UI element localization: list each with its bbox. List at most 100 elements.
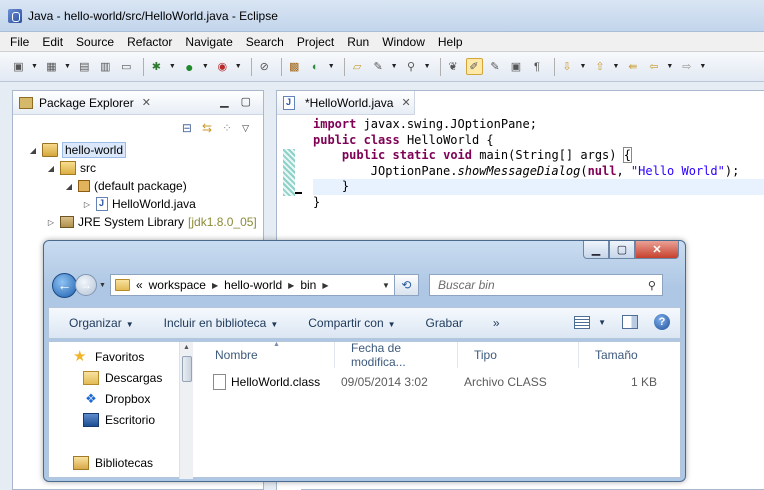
expanded-arrow-icon[interactable]: ◢ <box>27 146 39 155</box>
breadcrumb-bin[interactable]: bin <box>300 278 316 292</box>
menu-run[interactable]: Run <box>347 35 369 49</box>
breadcrumb-separator-icon[interactable]: ▶ <box>212 281 218 290</box>
navigation-scrollbar[interactable]: ▲ <box>179 342 193 479</box>
organize-button[interactable]: Organizar ▼ <box>69 316 134 330</box>
more-commands-button[interactable]: » <box>493 316 500 330</box>
show-whitespace-icon[interactable]: ¶ <box>529 58 546 75</box>
code-editor[interactable]: import javax.swing.JOptionPane; public c… <box>313 117 764 211</box>
tree-item-jre[interactable]: ▷ JRE System Library [jdk1.8.0_05] <box>27 213 263 231</box>
next-annotation-dropdown-icon[interactable]: ▼ <box>580 63 587 70</box>
maximize-button[interactable]: ▢ <box>609 241 635 259</box>
recent-pages-dropdown-icon[interactable]: ▼ <box>99 282 106 289</box>
include-in-library-button[interactable]: Incluir en biblioteca ▼ <box>164 316 279 330</box>
new-icon[interactable]: ▣ <box>10 58 27 75</box>
column-header-name[interactable]: ▲ Nombre <box>199 341 335 368</box>
package-explorer-tab[interactable]: Package Explorer ✕ ▁ ▢ <box>13 91 263 115</box>
address-dropdown-icon[interactable]: ▼ <box>382 281 390 290</box>
external-tools-icon[interactable]: ◉ <box>214 58 231 75</box>
menu-refactor[interactable]: Refactor <box>127 35 172 49</box>
debug-dropdown-icon[interactable]: ▼ <box>169 63 176 70</box>
view-dropdown-icon[interactable]: ▼ <box>598 318 606 327</box>
minimize-icon[interactable]: ▁ <box>220 95 228 108</box>
run-icon[interactable]: ● <box>181 58 198 75</box>
collapsed-arrow-icon[interactable]: ▷ <box>45 218 57 227</box>
close-button[interactable]: ✕ <box>635 241 679 259</box>
tree-item-file[interactable]: ▷ HelloWorld.java <box>27 195 263 213</box>
menu-search[interactable]: Search <box>246 35 284 49</box>
menu-edit[interactable]: Edit <box>42 35 63 49</box>
maximize-icon[interactable]: ▢ <box>241 95 251 108</box>
previous-annotation-dropdown-icon[interactable]: ▼ <box>612 63 619 70</box>
nav-item-dropbox[interactable]: ❖ Dropbox <box>83 390 150 408</box>
breadcrumb-workspace[interactable]: workspace <box>149 278 206 292</box>
menu-help[interactable]: Help <box>438 35 463 49</box>
new-wizard-icon[interactable]: ▦ <box>43 58 60 75</box>
forward-dropdown-icon[interactable]: ▼ <box>699 63 706 70</box>
address-bar[interactable]: « workspace ▶ hello-world ▶ bin ▶ ▼ <box>109 274 395 296</box>
menu-navigate[interactable]: Navigate <box>185 35 232 49</box>
menu-file[interactable]: File <box>10 35 29 49</box>
close-icon[interactable]: ✕ <box>142 96 151 109</box>
nav-item-libraries[interactable]: Bibliotecas <box>73 454 153 472</box>
forward-icon[interactable]: ⇨ <box>678 58 695 75</box>
help-icon[interactable]: ? <box>654 314 670 330</box>
close-icon[interactable]: ✕ <box>401 96 410 109</box>
back-dropdown-icon[interactable]: ▼ <box>666 63 673 70</box>
open-type-icon[interactable]: ▱ <box>349 58 366 75</box>
block-selection-icon[interactable]: ✎ <box>487 58 504 75</box>
mark-occurrences-icon[interactable]: ✐ <box>465 58 483 75</box>
scrollbar-thumb[interactable] <box>182 356 192 382</box>
burn-button[interactable]: Grabar <box>426 316 463 330</box>
expanded-arrow-icon[interactable]: ◢ <box>63 182 75 191</box>
search-icon[interactable]: ⚲ <box>648 279 656 292</box>
search-dropdown-icon[interactable]: ▼ <box>424 63 431 70</box>
menu-window[interactable]: Window <box>382 35 425 49</box>
new-package-icon[interactable]: ▩ <box>286 58 303 75</box>
expanded-arrow-icon[interactable]: ◢ <box>45 164 57 173</box>
next-annotation-icon[interactable]: ⇩ <box>559 58 576 75</box>
column-header-date[interactable]: Fecha de modifica... <box>335 341 458 369</box>
debug-icon[interactable]: ✱ <box>148 58 165 75</box>
column-header-size[interactable]: Tamaño <box>579 342 669 368</box>
column-header-type[interactable]: Tipo <box>458 342 579 368</box>
menu-project[interactable]: Project <box>297 35 334 49</box>
new-class-dropdown-icon[interactable]: ▼ <box>328 63 335 70</box>
back-button[interactable]: ← <box>52 272 77 298</box>
refresh-button[interactable]: ⟲ <box>394 274 419 296</box>
collapsed-arrow-icon[interactable]: ▷ <box>81 200 93 209</box>
search-icon[interactable]: ⚲ <box>403 58 420 75</box>
view-menu-icon[interactable]: ▽ <box>242 123 249 134</box>
back-icon[interactable]: ⇦ <box>645 58 662 75</box>
scroll-up-icon[interactable]: ▲ <box>183 344 190 351</box>
forward-button[interactable]: → <box>75 274 97 296</box>
open-task-dropdown-icon[interactable]: ▼ <box>391 63 398 70</box>
tree-item-package[interactable]: ◢ (default package) <box>27 177 263 195</box>
search-input[interactable]: Buscar bin ⚲ <box>428 274 663 296</box>
breadcrumb-separator-icon[interactable]: ▶ <box>322 281 328 290</box>
nav-item-downloads[interactable]: Descargas <box>83 369 162 387</box>
preview-pane-icon[interactable] <box>622 315 638 329</box>
link-with-editor-icon[interactable]: ⇆ <box>202 121 212 135</box>
skip-breakpoints-icon[interactable]: ⊘ <box>256 58 273 75</box>
breadcrumb-overflow[interactable]: « <box>136 278 143 292</box>
previous-annotation-icon[interactable]: ⇧ <box>591 58 608 75</box>
new-wizard-dropdown-icon[interactable]: ▼ <box>64 63 71 70</box>
external-tools-dropdown-icon[interactable]: ▼ <box>235 63 242 70</box>
nav-item-desktop[interactable]: Escritorio <box>83 411 155 429</box>
focus-on-task-icon[interactable]: ⁘ <box>222 121 232 135</box>
breadcrumb-separator-icon[interactable]: ▶ <box>288 281 294 290</box>
file-row[interactable]: HelloWorld.class 09/05/2014 3:02 Archivo… <box>213 371 680 393</box>
new-dropdown-icon[interactable]: ▼ <box>31 63 38 70</box>
save-icon[interactable]: ▤ <box>76 58 93 75</box>
minimize-button[interactable]: ▁ <box>583 241 609 259</box>
tree-item-src[interactable]: ◢ src <box>27 159 263 177</box>
print-icon[interactable]: ▭ <box>118 58 135 75</box>
breadcrumb-hello-world[interactable]: hello-world <box>224 278 282 292</box>
save-all-icon[interactable]: ▥ <box>97 58 114 75</box>
editor-tab[interactable]: *HelloWorld.java ✕ <box>277 91 415 115</box>
share-with-button[interactable]: Compartir con ▼ <box>308 316 395 330</box>
toggle-breadcrumb-icon[interactable]: ❦ <box>445 58 462 75</box>
word-wrap-icon[interactable]: ▣ <box>508 58 525 75</box>
nav-item-favorites[interactable]: ★ Favoritos <box>73 348 144 366</box>
new-class-icon[interactable]: ◐ <box>307 58 324 75</box>
